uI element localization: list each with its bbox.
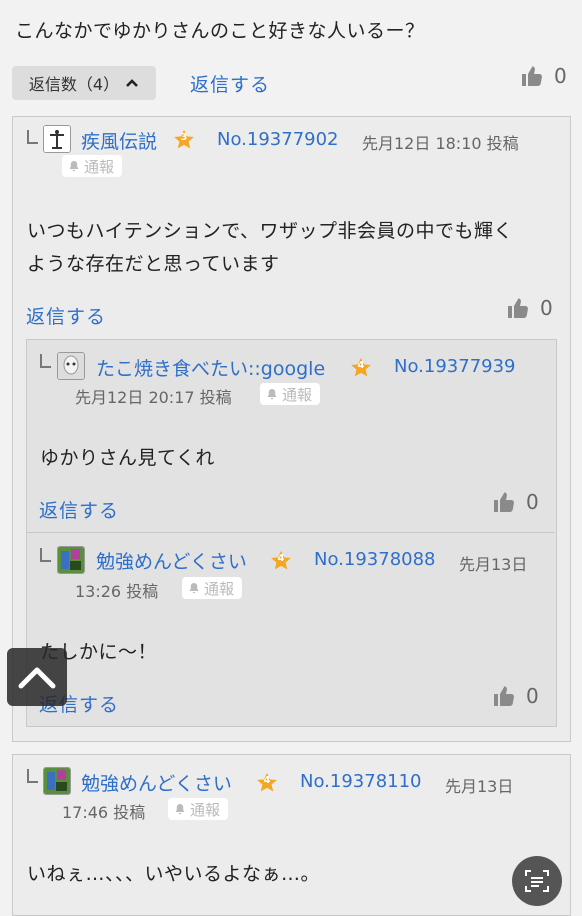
username-link[interactable]: たこ焼き食べたい::google bbox=[96, 354, 325, 381]
like-button[interactable]: 0 bbox=[520, 64, 567, 88]
divider bbox=[27, 532, 555, 533]
rank-number: 4 bbox=[357, 360, 365, 371]
comment-number: No.19378088 bbox=[314, 549, 436, 570]
reply-button[interactable]: 返信する bbox=[39, 496, 119, 523]
reply-button[interactable]: 返信する bbox=[26, 302, 106, 329]
rank-star-icon: 4 bbox=[270, 550, 292, 572]
thumbs-up-icon bbox=[520, 64, 544, 88]
report-label: 通報 bbox=[282, 385, 313, 404]
post-time: 13:26 投稿 bbox=[75, 582, 159, 601]
username-link[interactable]: 疾風伝説 bbox=[81, 127, 157, 154]
post-date: 先月13日 bbox=[459, 555, 528, 574]
report-button[interactable]: 通報 bbox=[260, 383, 321, 405]
bell-icon bbox=[188, 582, 200, 594]
rank-star-icon: 3 bbox=[173, 129, 195, 151]
thumbs-up-icon bbox=[506, 296, 530, 320]
bell-icon bbox=[68, 160, 80, 172]
comment-text: いねぇ…、、、いやいるよなぁ…。 bbox=[27, 863, 321, 885]
thread-connector bbox=[27, 130, 38, 144]
like-button[interactable]: 0 bbox=[492, 684, 539, 708]
avatar bbox=[57, 546, 85, 574]
username-link[interactable]: 勉強めんどくさい bbox=[81, 769, 232, 796]
report-label: 通報 bbox=[84, 157, 115, 176]
avatar bbox=[43, 125, 71, 153]
like-count: 0 bbox=[526, 490, 539, 514]
avatar bbox=[57, 352, 85, 380]
rank-star-icon: 4 bbox=[350, 357, 372, 379]
reply-button[interactable]: 返信する bbox=[190, 70, 270, 97]
post-date: 先月13日 bbox=[445, 777, 514, 796]
bell-icon bbox=[266, 388, 278, 400]
bell-icon bbox=[174, 803, 186, 815]
like-count: 0 bbox=[554, 64, 567, 88]
chevron-up-icon bbox=[18, 667, 56, 689]
post-datetime: 先月12日 20:17 投稿 bbox=[75, 388, 232, 407]
like-button[interactable]: 0 bbox=[506, 296, 553, 320]
comment-number: No.19378110 bbox=[300, 771, 422, 792]
like-count: 0 bbox=[540, 296, 553, 320]
thread-connector bbox=[27, 769, 38, 783]
rank-number: 4 bbox=[263, 775, 271, 786]
rank-number: 3 bbox=[180, 132, 188, 143]
rank-number: 4 bbox=[277, 553, 285, 564]
post-time: 17:46 投稿 bbox=[62, 803, 146, 822]
username-link[interactable]: 勉強めんどくさい bbox=[96, 547, 247, 574]
scroll-to-top-button[interactable] bbox=[7, 648, 67, 706]
reply-count-toggle[interactable]: 返信数（4） bbox=[12, 66, 156, 100]
question-text: こんなかでゆかりさんのこと好きな人いるー？ bbox=[15, 20, 425, 42]
rank-star-icon: 4 bbox=[256, 772, 278, 794]
comment-number: No.19377939 bbox=[394, 356, 516, 377]
thread-connector bbox=[40, 354, 51, 368]
scan-text-icon bbox=[525, 870, 549, 892]
report-button[interactable]: 通報 bbox=[62, 155, 123, 177]
reply-count-label: 返信数（4） bbox=[28, 75, 120, 94]
comment-text-line: ような存在だと思っています bbox=[27, 253, 280, 275]
like-count: 0 bbox=[526, 684, 539, 708]
comment-text: ゆかりさん見てくれ bbox=[40, 447, 215, 469]
report-label: 通報 bbox=[190, 800, 221, 819]
comment-text-line: いつもハイテンションで、ワザップ非会員の中でも輝く bbox=[27, 220, 513, 242]
thumbs-up-icon bbox=[492, 684, 516, 708]
thumbs-up-icon bbox=[492, 490, 516, 514]
report-button[interactable]: 通報 bbox=[168, 798, 229, 820]
comment-number: No.19377902 bbox=[217, 129, 339, 150]
avatar bbox=[43, 767, 71, 795]
report-button[interactable]: 通報 bbox=[182, 577, 243, 599]
thread-connector bbox=[40, 548, 51, 562]
like-button[interactable]: 0 bbox=[492, 490, 539, 514]
post-datetime: 先月12日 18:10 投稿 bbox=[362, 134, 519, 153]
chevron-up-icon bbox=[126, 79, 139, 87]
report-label: 通報 bbox=[204, 579, 235, 598]
